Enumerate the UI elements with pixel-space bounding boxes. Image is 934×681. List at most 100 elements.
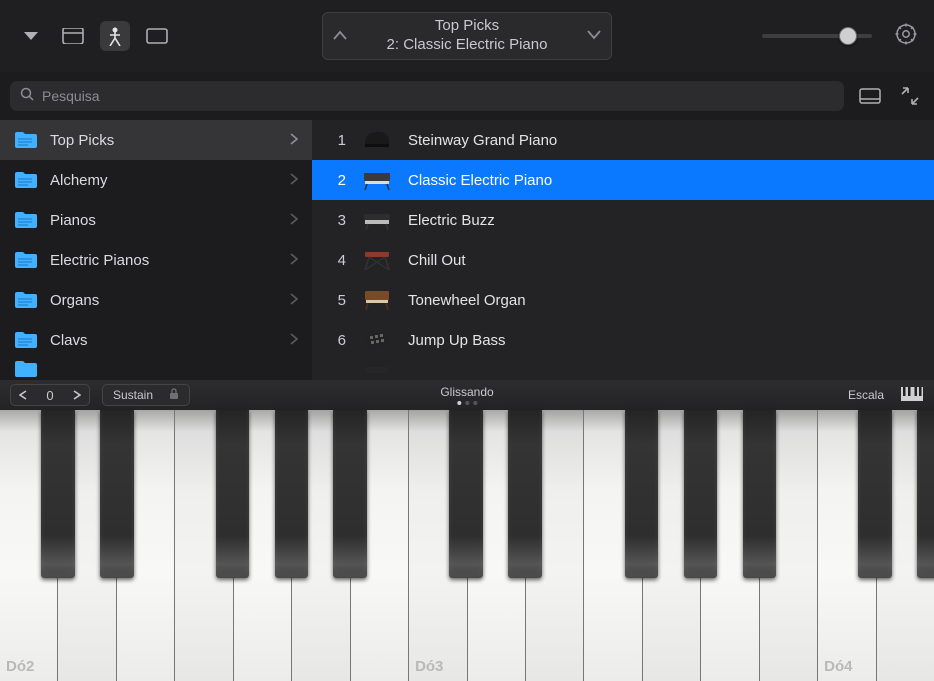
scale-button[interactable]: Escala — [848, 388, 884, 402]
track-instrument: 2: Classic Electric Piano — [387, 36, 548, 55]
black-key[interactable] — [917, 410, 934, 578]
black-key[interactable] — [100, 410, 134, 578]
category-label: Alchemy — [50, 172, 278, 189]
black-key[interactable] — [625, 410, 659, 578]
volume-slider-knob[interactable] — [839, 27, 857, 45]
black-key[interactable] — [508, 410, 542, 578]
instrument-index: 5 — [328, 292, 346, 309]
volume-slider[interactable] — [762, 34, 872, 38]
grand-piano-icon — [362, 128, 392, 152]
black-key[interactable] — [216, 410, 250, 578]
page-dot — [457, 401, 461, 405]
category-label: Clavs — [50, 332, 278, 349]
chevron-right-icon — [290, 132, 298, 149]
page-dot — [465, 401, 469, 405]
category-item-organs[interactable]: Organs — [0, 280, 312, 320]
track-category: Top Picks — [387, 17, 548, 36]
octave-value: 0 — [35, 388, 65, 403]
category-item-pianos[interactable]: Pianos — [0, 200, 312, 240]
folder-icon — [14, 291, 38, 309]
category-item-alchemy[interactable]: Alchemy — [0, 160, 312, 200]
chevron-up-icon[interactable] — [333, 27, 347, 45]
instrument-column: 1 Steinway Grand Piano 2 Classic Electri… — [312, 120, 934, 380]
category-label: Pianos — [50, 212, 278, 229]
keyboard-control-strip: 0 Sustain Glissando Escala — [0, 380, 934, 410]
octave-up-button[interactable] — [65, 385, 89, 405]
view-columns-icon[interactable] — [856, 82, 884, 110]
instrument-name: Chill Out — [408, 252, 918, 269]
category-column: Top Picks Alchemy Pianos Electric Pianos… — [0, 120, 312, 380]
black-keys-row — [0, 410, 934, 578]
instrument-item[interactable]: 3 Electric Buzz — [312, 200, 934, 240]
search-box[interactable] — [10, 81, 844, 111]
toolbar-left-group — [16, 21, 172, 51]
instrument-index: 4 — [328, 252, 346, 269]
instrument-view-icon[interactable] — [100, 21, 130, 51]
search-icon — [20, 87, 34, 106]
page-dot — [473, 401, 477, 405]
toolbar-right-group — [762, 22, 918, 51]
folder-icon — [14, 211, 38, 229]
search-input[interactable] — [42, 88, 834, 104]
category-item-more[interactable] — [0, 360, 312, 380]
black-key[interactable] — [858, 410, 892, 578]
instrument-item[interactable]: 5 Tonewheel Organ — [312, 280, 934, 320]
chevron-right-icon — [290, 212, 298, 229]
instrument-index: 1 — [328, 132, 346, 149]
organ-icon — [362, 288, 392, 312]
folder-icon — [14, 331, 38, 349]
track-header-dropdown[interactable]: Top Picks 2: Classic Electric Piano — [322, 12, 612, 60]
folder-icon — [14, 251, 38, 269]
octave-stepper: 0 — [10, 384, 90, 406]
collapse-icon[interactable] — [896, 82, 924, 110]
black-key[interactable] — [333, 410, 367, 578]
library-tray-icon[interactable] — [58, 21, 88, 51]
category-item-top-picks[interactable]: Top Picks — [0, 120, 312, 160]
keyboard-mode-label: Glissando — [440, 385, 493, 399]
key-label: Dó2 — [6, 658, 34, 675]
menu-dropdown-icon[interactable] — [16, 21, 46, 51]
folder-icon — [14, 360, 38, 378]
instrument-name: Jump Up Bass — [408, 332, 918, 349]
instrument-index: 2 — [328, 172, 346, 189]
black-key[interactable] — [684, 410, 718, 578]
drum-machine-icon — [362, 328, 392, 352]
key-label: Dó3 — [415, 658, 443, 675]
chevron-right-icon — [290, 172, 298, 189]
instrument-item[interactable]: 2 Classic Electric Piano — [312, 160, 934, 200]
track-header-text: Top Picks 2: Classic Electric Piano — [387, 17, 548, 55]
black-key[interactable] — [41, 410, 75, 578]
keyboard-right-controls: Escala — [848, 386, 924, 405]
category-label: Top Picks — [50, 132, 278, 149]
sustain-toggle[interactable]: Sustain — [102, 384, 190, 406]
search-row — [0, 72, 934, 120]
octave-down-button[interactable] — [11, 385, 35, 405]
instrument-name: Classic Electric Piano — [408, 172, 918, 189]
category-item-clavs[interactable]: Clavs — [0, 320, 312, 360]
black-key[interactable] — [275, 410, 309, 578]
instrument-name: Electric Buzz — [408, 212, 918, 229]
instrument-item[interactable]: 1 Steinway Grand Piano — [312, 120, 934, 160]
track-view-icon[interactable] — [142, 21, 172, 51]
instrument-name: Steinway Grand Piano — [408, 132, 918, 149]
settings-gear-icon[interactable] — [894, 22, 918, 51]
instrument-item[interactable] — [312, 360, 934, 380]
instrument-index: 6 — [328, 332, 346, 349]
keyboard-layout-icon[interactable] — [900, 386, 924, 405]
synth-icon — [362, 208, 392, 232]
black-key[interactable] — [743, 410, 777, 578]
chevron-down-icon[interactable] — [587, 27, 601, 45]
keyboard-stand-icon — [362, 248, 392, 272]
category-label: Organs — [50, 292, 278, 309]
instrument-icon — [362, 360, 392, 380]
category-item-electric-pianos[interactable]: Electric Pianos — [0, 240, 312, 280]
key-label: Dó4 — [824, 658, 852, 675]
lock-icon — [169, 388, 179, 403]
keyboard-mode-indicator[interactable]: Glissando — [440, 385, 493, 405]
black-key[interactable] — [449, 410, 483, 578]
instrument-item[interactable]: 4 Chill Out — [312, 240, 934, 280]
chevron-right-icon — [290, 292, 298, 309]
piano-keyboard: Dó2 Dó3 Dó4 — [0, 410, 934, 681]
instrument-item[interactable]: 6 Jump Up Bass — [312, 320, 934, 360]
category-label: Electric Pianos — [50, 252, 278, 269]
